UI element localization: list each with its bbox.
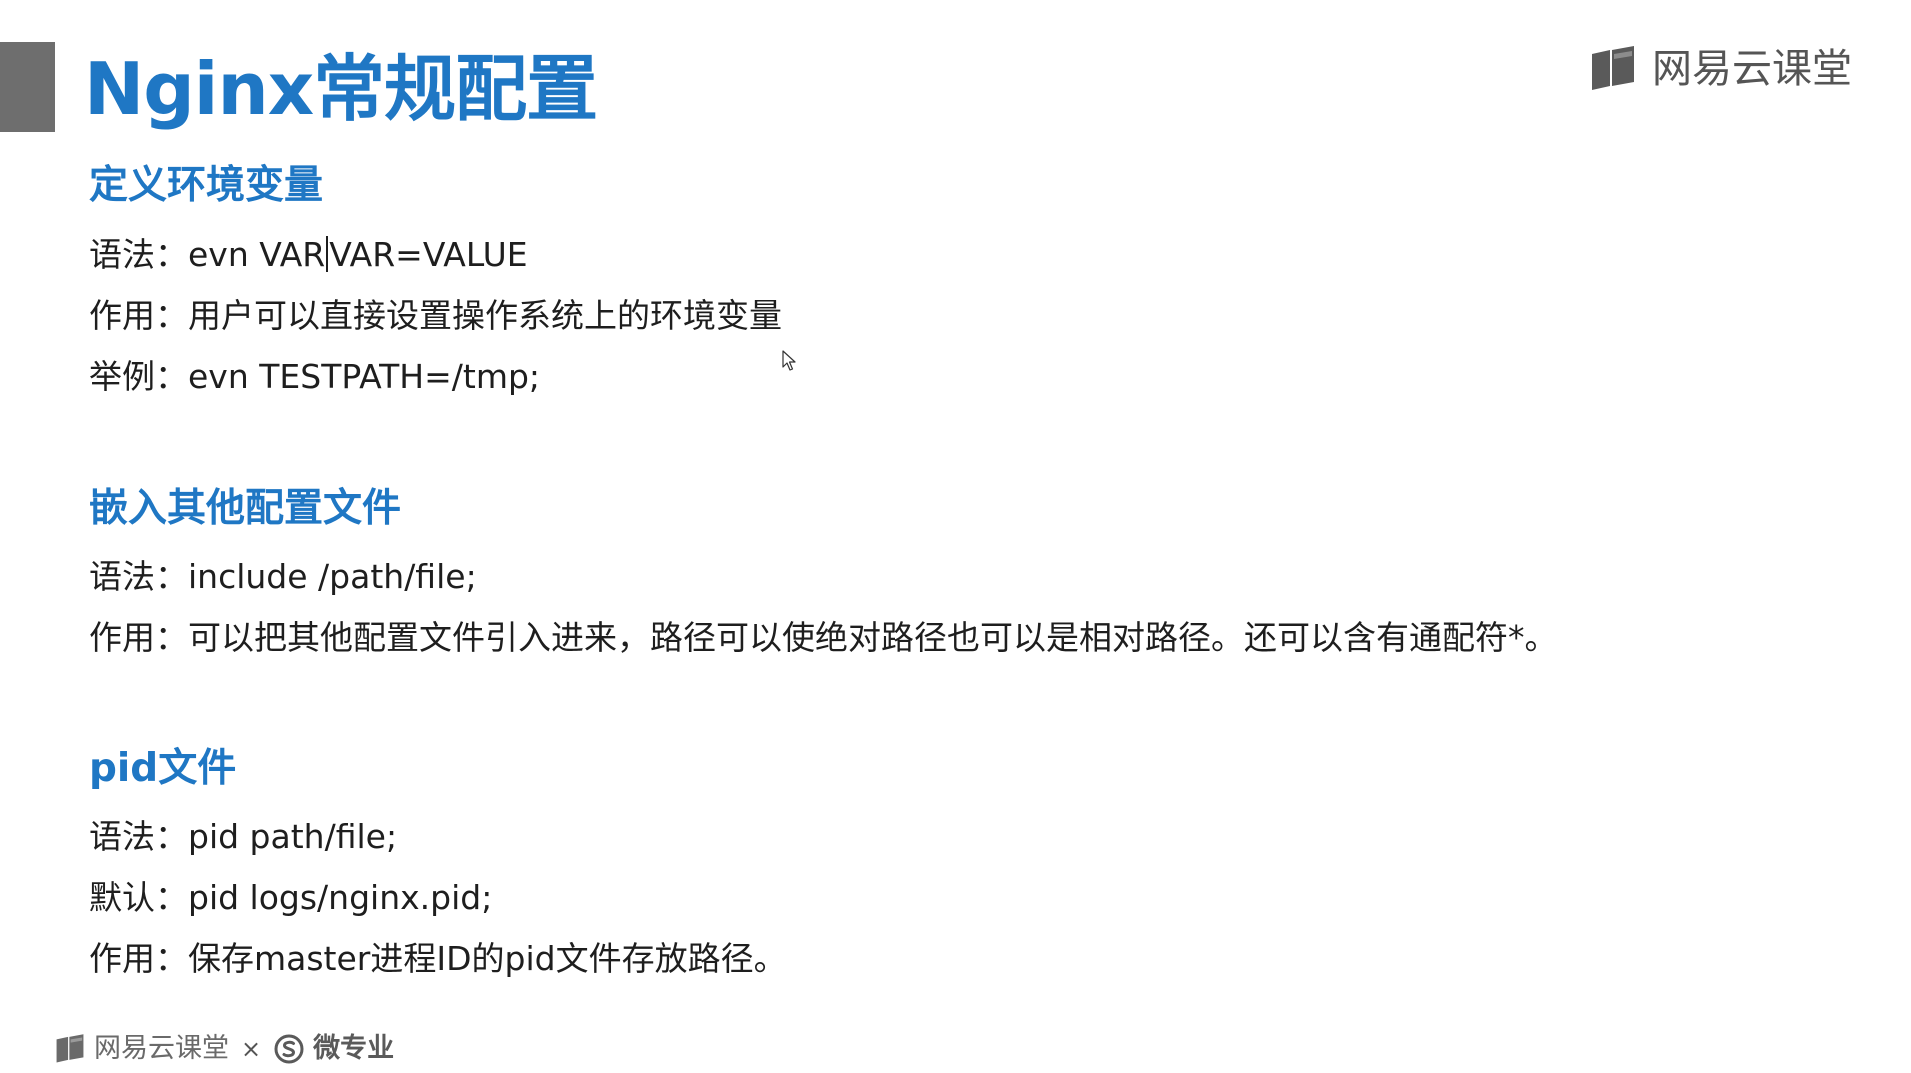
footer-brand-name: 网易云课堂	[94, 1033, 229, 1064]
env-syntax-line: 语法：evn VAR VAR=VALUE	[89, 233, 528, 277]
page-title: Nginx常规配置	[84, 47, 598, 131]
footer-brand: 网易云课堂 × 微专业	[54, 1032, 394, 1066]
s-circle-icon	[274, 1034, 304, 1064]
line-label: 语法：	[89, 817, 188, 856]
line-value: 可以把其他配置文件引入进来，路径可以使绝对路径也可以是相对路径。还可以含有通配符…	[188, 618, 1558, 657]
include-purpose-line: 作用：可以把其他配置文件引入进来，路径可以使绝对路径也可以是相对路径。还可以含有…	[89, 616, 1558, 660]
line-value: 保存master进程ID的pid文件存放路径。	[188, 939, 787, 978]
text-caret	[326, 236, 329, 272]
line-value: evn VAR	[188, 235, 326, 274]
footer-separator: ×	[241, 1035, 262, 1063]
line-value: evn TESTPATH=/tmp;	[188, 357, 541, 396]
include-syntax-line: 语法：include /path/file;	[89, 555, 477, 599]
pid-default-line: 默认：pid logs/nginx.pid;	[89, 876, 492, 920]
line-value: include /path/file;	[188, 557, 477, 596]
line-label: 作用：	[89, 618, 188, 657]
section-heading-pid: pid文件	[89, 746, 237, 791]
line-label: 语法：	[89, 557, 188, 596]
line-label: 举例：	[89, 357, 188, 396]
line-value: pid logs/nginx.pid;	[188, 878, 493, 917]
footer-program-name: 微专业	[313, 1033, 395, 1064]
env-purpose-line: 作用：用户可以直接设置操作系统上的环境变量	[89, 294, 782, 338]
line-value: VAR=VALUE	[329, 235, 528, 274]
mouse-pointer-icon	[782, 350, 796, 371]
line-label: 作用：	[89, 296, 188, 335]
pid-syntax-line: 语法：pid path/file;	[89, 815, 397, 859]
pid-purpose-line: 作用：保存master进程ID的pid文件存放路径。	[89, 937, 787, 981]
line-value: 用户可以直接设置操作系统上的环境变量	[188, 296, 782, 335]
env-example-line: 举例：evn TESTPATH=/tmp;	[89, 355, 540, 399]
line-label: 默认：	[89, 878, 188, 917]
section-heading-include: 嵌入其他配置文件	[89, 486, 402, 531]
section-heading-env: 定义环境变量	[89, 163, 324, 208]
brand-name: 网易云课堂	[1652, 46, 1852, 92]
brand-logo: 网易云课堂	[1588, 44, 1852, 94]
line-label: 作用：	[89, 939, 188, 978]
book-icon	[1592, 46, 1634, 90]
book-icon	[56, 1034, 84, 1063]
title-accent-bar	[0, 42, 55, 132]
line-label: 语法：	[89, 235, 188, 274]
line-value: pid path/file;	[188, 817, 398, 856]
